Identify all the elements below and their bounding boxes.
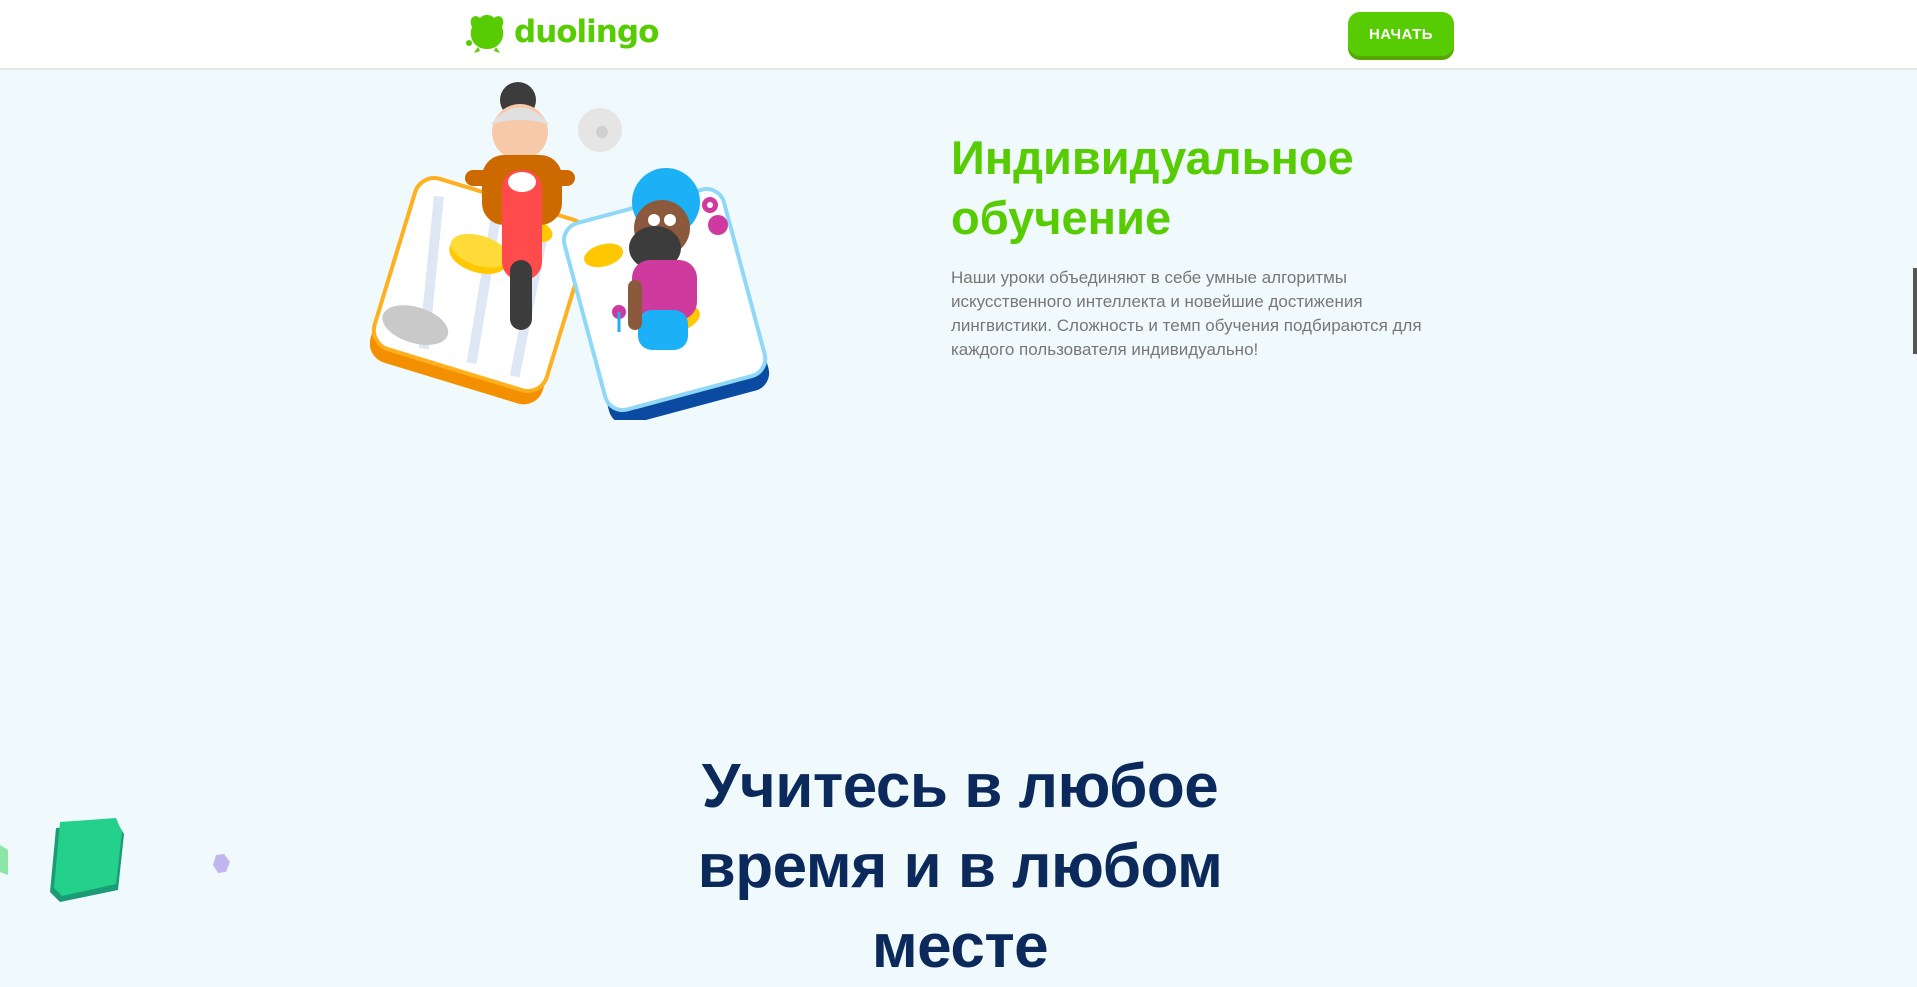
learners-on-phones-illustration — [370, 82, 770, 420]
logo-wordmark: duolingo — [514, 14, 659, 50]
feature-description: Наши уроки объединяют в себе умные алгор… — [951, 268, 1422, 359]
duolingo-logo[interactable]: duolingo — [464, 8, 659, 56]
section-title-line: Учитесь в любое — [701, 752, 1219, 821]
section-title: Учитесь в любое время и в любом месте — [660, 747, 1260, 987]
top-nav: duolingo НАЧАТЬ — [0, 0, 1917, 70]
feature-title: Индивидуальное обучение — [951, 128, 1471, 248]
section-title-line: время и в любом — [697, 832, 1223, 901]
decorative-shapes — [0, 818, 230, 902]
duo-owl-icon — [466, 15, 504, 53]
feature-title-line: обучение — [951, 191, 1172, 244]
section-title-line: месте — [871, 912, 1049, 981]
feature-title-line: Индивидуальное — [951, 131, 1354, 184]
scrollbar-thumb[interactable] — [1913, 268, 1917, 354]
start-button[interactable]: НАЧАТЬ — [1348, 12, 1454, 56]
